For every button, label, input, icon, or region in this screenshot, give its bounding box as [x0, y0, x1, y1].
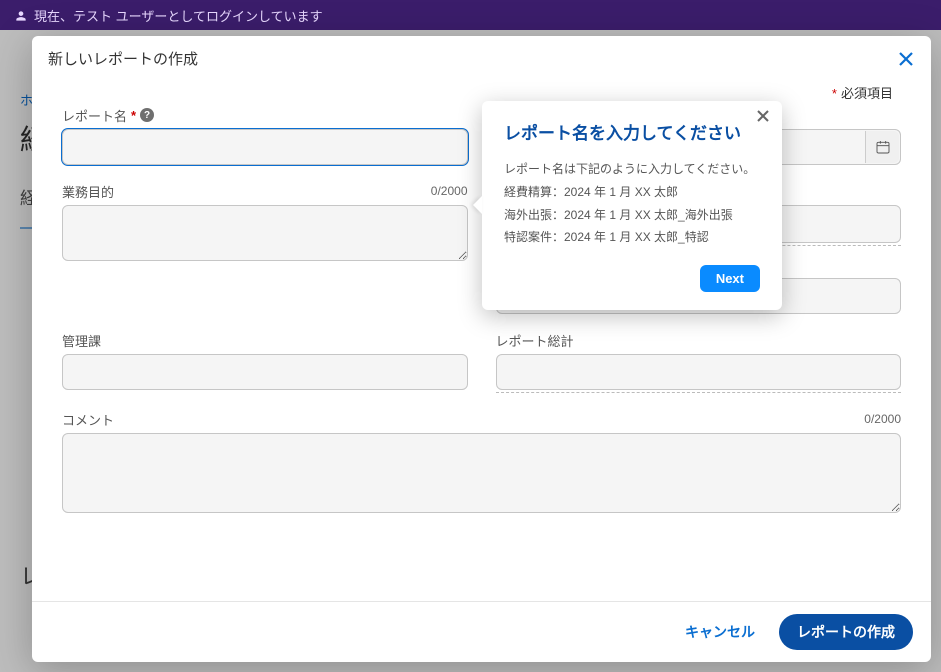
create-report-modal: 新しいレポートの作成 *必須項目 レポート名 * ?	[32, 36, 931, 662]
popover-close-icon[interactable]	[756, 109, 770, 123]
login-banner-text: 現在、テスト ユーザーとしてログインしています	[34, 6, 323, 25]
popover-arrow-icon	[473, 196, 482, 214]
popover-line: 海外出張：2024 年 1 月 XX 太郎_海外出張	[504, 204, 760, 227]
comment-label: コメント	[62, 410, 114, 429]
modal-title: 新しいレポートの作成	[48, 48, 198, 69]
admin-input[interactable]	[62, 354, 468, 390]
report-name-popover: レポート名を入力してください レポート名は下記のように入力してください。 経費精…	[482, 101, 782, 310]
required-note: *必須項目	[832, 83, 893, 102]
calendar-button[interactable]	[865, 131, 899, 163]
required-star-icon: *	[131, 108, 136, 123]
admin-label: 管理課	[62, 331, 101, 350]
cancel-button[interactable]: キャンセル	[675, 614, 765, 650]
popover-line: 特認案件：2024 年 1 月 XX 太郎_特認	[504, 226, 760, 249]
modal-header: 新しいレポートの作成	[32, 36, 931, 81]
next-button[interactable]: Next	[700, 265, 760, 292]
purpose-label: 業務目的	[62, 182, 114, 201]
calendar-icon	[875, 139, 891, 155]
person-icon	[14, 9, 28, 23]
close-icon[interactable]	[897, 50, 915, 68]
required-star-icon: *	[832, 86, 837, 101]
comment-counter: 0/2000	[864, 412, 901, 426]
purpose-counter: 0/2000	[431, 184, 468, 198]
modal-body: *必須項目 レポート名 * ?	[32, 81, 931, 601]
dashed-divider	[496, 392, 902, 393]
help-icon[interactable]: ?	[140, 108, 154, 122]
popover-body: レポート名は下記のように入力してください。 経費精算：2024 年 1 月 XX…	[504, 158, 760, 249]
comment-textarea[interactable]	[62, 433, 901, 513]
total-label: レポート総計	[496, 331, 574, 350]
modal-footer: キャンセル レポートの作成	[32, 601, 931, 662]
total-input[interactable]	[496, 354, 902, 390]
report-name-label: レポート名 * ?	[62, 106, 154, 125]
login-banner: 現在、テスト ユーザーとしてログインしています	[0, 0, 941, 31]
popover-title: レポート名を入力してください	[504, 119, 760, 144]
report-name-input[interactable]	[62, 129, 468, 165]
purpose-textarea[interactable]	[62, 205, 468, 261]
popover-line: 経費精算：2024 年 1 月 XX 太郎	[504, 181, 760, 204]
create-report-button[interactable]: レポートの作成	[779, 614, 913, 650]
popover-line: レポート名は下記のように入力してください。	[504, 158, 760, 181]
